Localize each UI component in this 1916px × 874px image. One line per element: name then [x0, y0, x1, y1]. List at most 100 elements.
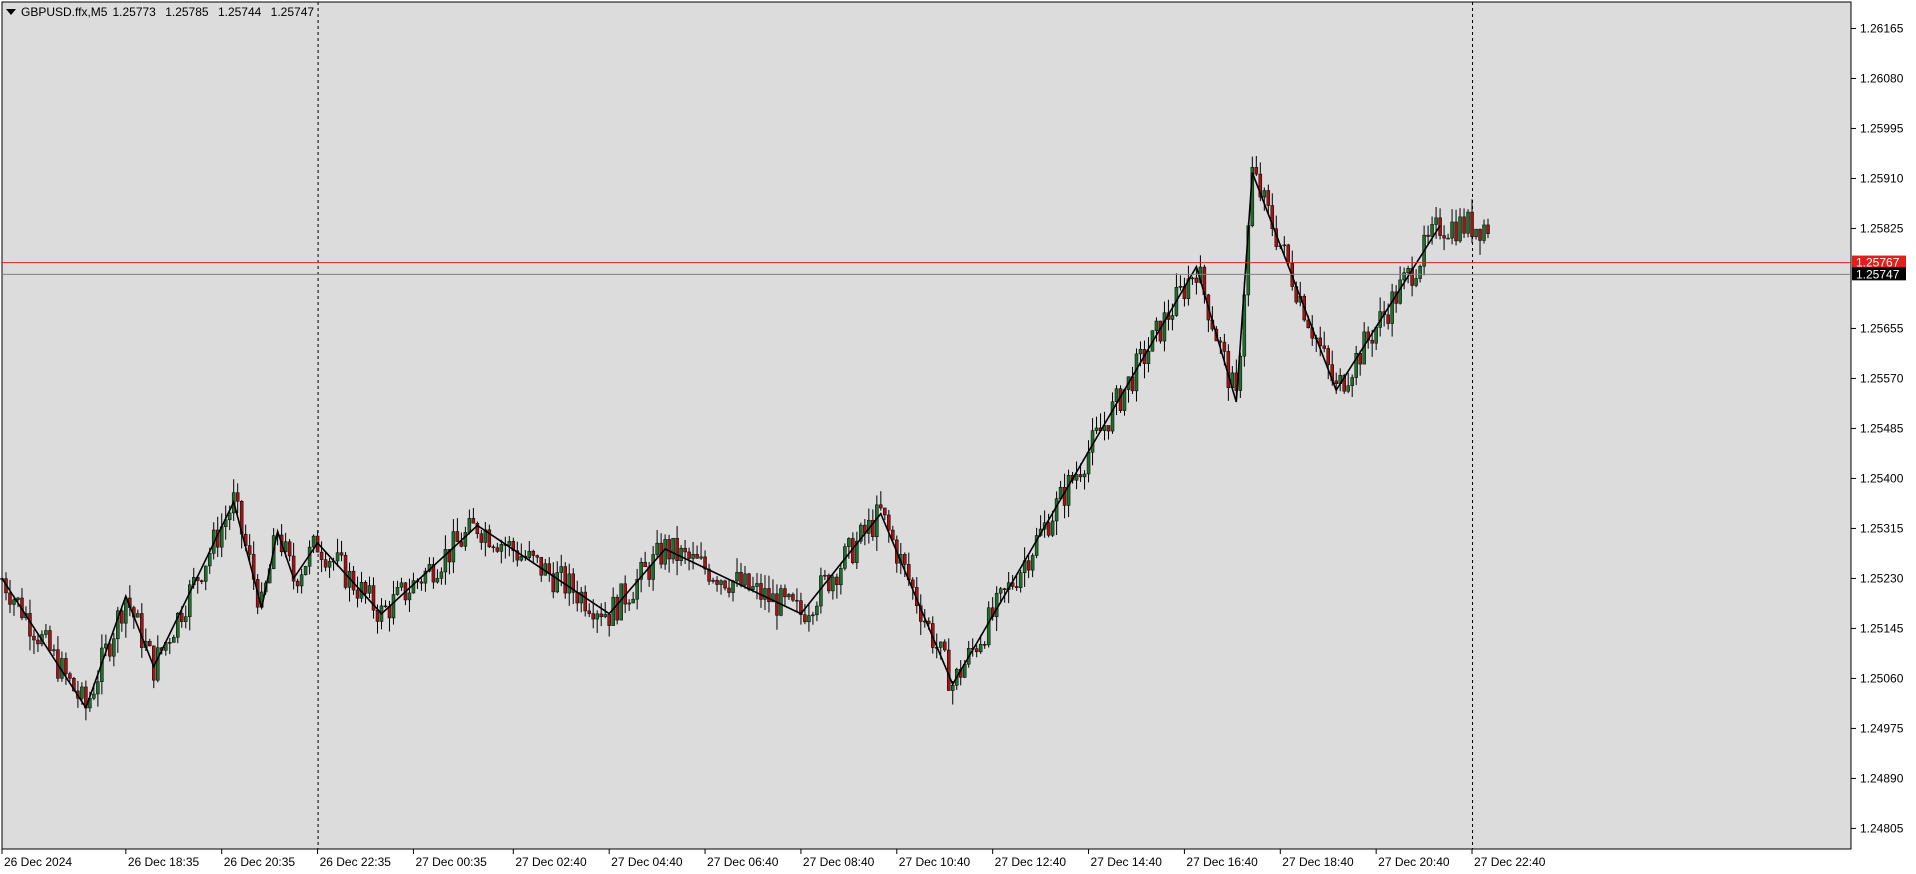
candle-body [16, 597, 20, 601]
candle-body [343, 554, 348, 588]
candle-body [168, 642, 172, 644]
candle-body [651, 554, 655, 580]
open-value: 1.25773 [112, 5, 156, 19]
candle-body [1190, 277, 1195, 280]
candle-body [1430, 224, 1434, 237]
candle-body [1266, 190, 1271, 206]
candle-body [1178, 285, 1183, 288]
candle-body [247, 545, 252, 555]
candle-body [735, 572, 739, 582]
candle-body [675, 538, 679, 561]
candle-body [1442, 235, 1446, 239]
x-tick-label: 26 Dec 22:35 [320, 855, 392, 869]
candle-body [679, 547, 683, 561]
candle-body [1470, 211, 1474, 237]
candle-body [815, 605, 819, 616]
plot-area [1, 1, 1852, 850]
candle-body [591, 613, 595, 620]
candle-body [68, 673, 72, 679]
candle-body [1334, 380, 1338, 384]
candle-body [120, 610, 124, 624]
x-tick-label: 27 Dec 06:40 [707, 855, 779, 869]
candle-body [64, 658, 68, 674]
candle-body [839, 568, 843, 586]
candle-body [459, 541, 464, 547]
candle-body [1026, 560, 1031, 571]
candle-body [1326, 348, 1330, 365]
x-tick-label: 27 Dec 22:40 [1474, 855, 1546, 869]
x-tick-label: 27 Dec 00:35 [415, 855, 487, 869]
candle-body [1482, 224, 1486, 241]
x-tick-label: 26 Dec 18:35 [128, 855, 200, 869]
candle-body [383, 605, 388, 608]
candle-body [847, 538, 851, 547]
candle-body [1138, 349, 1143, 355]
y-tick-label: 1.25145 [1860, 621, 1904, 635]
candle-body [795, 599, 799, 602]
candle-body [1194, 277, 1199, 283]
candle-body [303, 566, 308, 575]
y-tick-label: 1.25825 [1860, 221, 1904, 235]
candle-body [998, 588, 1003, 594]
candle-body [567, 573, 571, 594]
candle-body [946, 649, 951, 691]
candle-body [323, 559, 328, 568]
candle-body [671, 538, 675, 560]
y-tick-label: 1.25910 [1860, 171, 1904, 185]
candle-body [124, 597, 128, 624]
candle-body [1350, 377, 1354, 386]
y-tick-label: 1.25655 [1860, 321, 1904, 335]
x-tick-label: 27 Dec 02:40 [515, 855, 587, 869]
candle-body [399, 582, 404, 588]
candle-body [1414, 278, 1418, 286]
candle-body [203, 565, 208, 582]
candle-body [435, 578, 440, 583]
candle-body [719, 580, 723, 585]
candle-body [527, 550, 532, 558]
candle-body [1050, 520, 1055, 536]
candle-body [727, 587, 731, 593]
candle-body [48, 630, 52, 652]
candle-body [683, 547, 687, 553]
candle-body [295, 580, 300, 587]
price-chart[interactable]: 1.26165 1.26080 1.25995 1.25910 1.25825 1.256… [0, 0, 1916, 874]
candle-body [631, 598, 635, 604]
candle-body [443, 549, 448, 573]
candle-body [883, 507, 887, 516]
candle-body [607, 614, 611, 626]
x-tick-label: 27 Dec 08:40 [803, 855, 875, 869]
x-tick-label: 27 Dec 14:40 [1091, 855, 1163, 869]
candle-body [723, 580, 727, 589]
candle-body [1450, 221, 1454, 239]
candle-body [439, 571, 444, 579]
candle-body [1030, 555, 1035, 571]
candle-body [903, 554, 907, 565]
candle-body [1474, 228, 1478, 237]
candle-body [791, 594, 795, 601]
candle-body [1462, 216, 1466, 234]
candle-body [583, 591, 587, 612]
x-tick-label: 27 Dec 10:40 [899, 855, 971, 869]
low-value: 1.25744 [217, 5, 262, 19]
candle-body [803, 614, 807, 623]
candle-body [823, 574, 827, 577]
candle-body [80, 686, 84, 699]
candle-body [1222, 341, 1227, 352]
candle-body [982, 644, 987, 646]
candle-body [1066, 475, 1071, 506]
x-tick-label: 27 Dec 12:40 [995, 855, 1067, 869]
candle-body [715, 579, 719, 585]
y-tick-label: 1.24805 [1860, 821, 1904, 835]
candle-body [1114, 388, 1119, 402]
candle-body [1146, 350, 1151, 364]
candle-body [1322, 345, 1326, 349]
candle-body [974, 648, 979, 653]
candle-body [787, 594, 791, 598]
candle-body [375, 609, 380, 622]
candle-body [1086, 452, 1091, 475]
candle-body [627, 602, 631, 605]
collapse-triangle-icon[interactable] [6, 9, 16, 15]
candle-body [938, 641, 943, 648]
candle-body [655, 542, 659, 555]
chart-window[interactable]: 1.26165 1.26080 1.25995 1.25910 1.25825 1.256… [0, 0, 1916, 874]
